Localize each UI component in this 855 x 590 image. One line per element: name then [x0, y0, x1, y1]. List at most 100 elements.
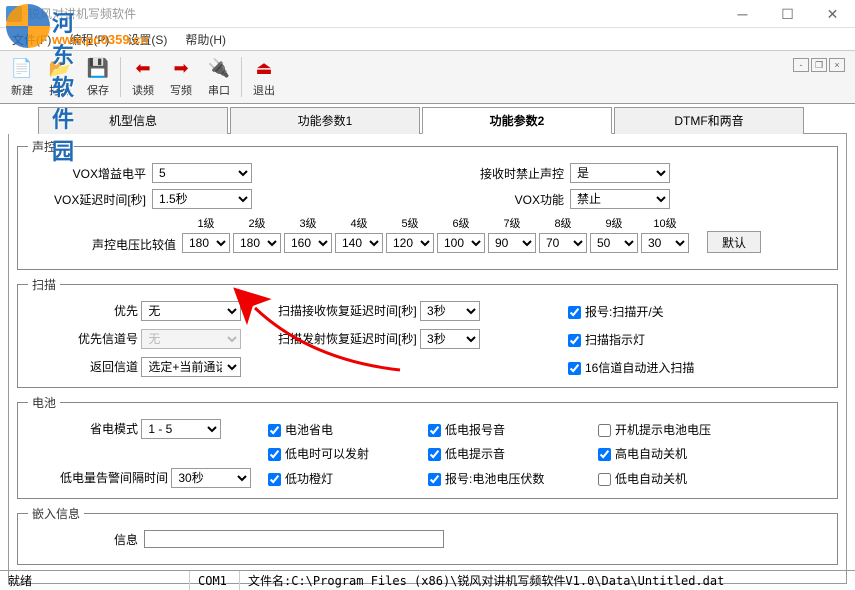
- menu-file[interactable]: 文件(F): [4, 29, 59, 50]
- write-button[interactable]: ➡写频: [163, 53, 199, 101]
- scan-tx-delay-select[interactable]: 3秒: [420, 329, 480, 349]
- scan-led-checkbox[interactable]: 扫描指示灯: [568, 333, 645, 347]
- voltage-level-select-1[interactable]: 180: [182, 233, 230, 253]
- exit-button[interactable]: ⏏退出: [246, 53, 282, 101]
- voltage-level-4: 4级140: [335, 215, 383, 253]
- scan-rx-delay-select[interactable]: 3秒: [420, 301, 480, 321]
- menubar: 文件(F) 编程(P) 设置(S) 帮助(H) - ❐ ×: [0, 28, 855, 50]
- menu-help[interactable]: 帮助(H): [177, 29, 234, 50]
- toolbar-separator: [120, 57, 121, 97]
- voltage-level-header: 7级: [503, 215, 520, 231]
- scan-return-ch-label: 返回信道: [28, 358, 138, 375]
- scan-priority-ch-label: 优先信道号: [28, 330, 138, 347]
- vox-delay-label: VOX延迟时间[秒]: [28, 191, 146, 208]
- vox-rx-inhibit-label: 接收时禁止声控: [444, 165, 564, 182]
- tab-dtmf[interactable]: DTMF和两音: [614, 107, 804, 134]
- battery-save-mode-label: 省电模式: [28, 420, 138, 437]
- voltage-level-header: 9级: [605, 215, 622, 231]
- vox-func-label: VOX功能: [444, 191, 564, 208]
- embed-legend: 嵌入信息: [28, 505, 84, 522]
- tab-panel: 声控 VOX增益电平 5 接收时禁止声控 是 VOX延迟时间[秒] 1.5秒 V…: [8, 134, 847, 584]
- battery-save-mode-select[interactable]: 1 - 5: [141, 419, 221, 439]
- close-button[interactable]: ✕: [810, 0, 855, 28]
- status-com: COM1: [190, 571, 240, 590]
- voltage-level-1: 1级180: [182, 215, 230, 253]
- window-title: 锐风对讲机写频软件: [28, 5, 136, 22]
- new-file-icon: 📄: [10, 56, 34, 80]
- battery-alarm-interval-label: 低电量告警间隔时间: [28, 469, 168, 486]
- voltage-level-select-5[interactable]: 120: [386, 233, 434, 253]
- vox-voltage-label: 声控电压比较值: [28, 236, 176, 253]
- embed-info-input[interactable]: [144, 530, 444, 548]
- voltage-level-5: 5级120: [386, 215, 434, 253]
- scan-priority-ch-select[interactable]: 无: [141, 329, 241, 349]
- voltage-level-select-6[interactable]: 100: [437, 233, 485, 253]
- status-ready: 就绪: [0, 571, 190, 590]
- tab-func-params1[interactable]: 功能参数1: [230, 107, 420, 134]
- voltage-level-select-9[interactable]: 50: [590, 233, 638, 253]
- voltage-level-select-4[interactable]: 140: [335, 233, 383, 253]
- scan-report-checkbox[interactable]: 报号:扫描开/关: [568, 305, 664, 319]
- scan-group: 扫描 优先 无 扫描接收恢复延迟时间[秒] 3秒 报号:扫描开/关 优先信道号 …: [17, 276, 838, 388]
- save-disk-icon: 💾: [86, 56, 110, 80]
- embed-group: 嵌入信息 信息: [17, 505, 838, 565]
- voltage-level-header: 10级: [653, 215, 676, 231]
- tab-model-info[interactable]: 机型信息: [38, 107, 228, 134]
- battery-hi-off-checkbox[interactable]: 高电自动关机: [598, 447, 687, 461]
- menu-setting[interactable]: 设置(S): [119, 29, 175, 50]
- exit-icon: ⏏: [252, 56, 276, 80]
- scan-priority-select[interactable]: 无: [141, 301, 241, 321]
- battery-boot-volt-checkbox[interactable]: 开机提示电池电压: [598, 423, 711, 437]
- battery-alarm-interval-select[interactable]: 30秒: [171, 468, 251, 488]
- battery-save-checkbox[interactable]: 电池省电: [268, 423, 333, 437]
- vox-gain-select[interactable]: 5: [152, 163, 252, 183]
- voltage-level-header: 8级: [554, 215, 571, 231]
- tab-bar: 机型信息 功能参数1 功能参数2 DTMF和两音: [38, 106, 847, 134]
- battery-tx-low-checkbox[interactable]: 低电时可以发射: [268, 447, 369, 461]
- vox-group: 声控 VOX增益电平 5 接收时禁止声控 是 VOX延迟时间[秒] 1.5秒 V…: [17, 138, 838, 270]
- mdi-restore-button[interactable]: ❐: [811, 58, 827, 72]
- scan-return-ch-select[interactable]: 选定+当前通话: [141, 357, 241, 377]
- voltage-level-select-3[interactable]: 160: [284, 233, 332, 253]
- new-button[interactable]: 📄新建: [4, 53, 40, 101]
- com-button[interactable]: 🔌串口: [201, 53, 237, 101]
- voltage-level-select-8[interactable]: 70: [539, 233, 587, 253]
- mdi-close-button[interactable]: ×: [829, 58, 845, 72]
- voltage-level-header: 5级: [401, 215, 418, 231]
- vox-delay-select[interactable]: 1.5秒: [152, 189, 252, 209]
- toolbar: 📄新建 📂打开 💾保存 ⬅读频 ➡写频 🔌串口 ⏏退出: [0, 50, 855, 104]
- vox-func-select[interactable]: 禁止: [570, 189, 670, 209]
- menu-program[interactable]: 编程(P): [61, 29, 117, 50]
- battery-low-beep-checkbox[interactable]: 低电报号音: [428, 423, 505, 437]
- battery-group: 电池 省电模式 1 - 5 电池省电 低电报号音 开机提示电池电压 低电时可以发…: [17, 394, 838, 499]
- minimize-button[interactable]: ─: [720, 0, 765, 28]
- app-icon: [6, 6, 22, 22]
- read-button[interactable]: ⬅读频: [125, 53, 161, 101]
- save-button[interactable]: 💾保存: [80, 53, 116, 101]
- vox-rx-inhibit-select[interactable]: 是: [570, 163, 670, 183]
- scan-ch16-checkbox[interactable]: 16信道自动进入扫描: [568, 361, 694, 375]
- toolbar-separator: [241, 57, 242, 97]
- voltage-level-header: 2级: [248, 215, 265, 231]
- battery-lamp-checkbox[interactable]: 低功橙灯: [268, 472, 333, 486]
- voltage-level-10: 10级30: [641, 215, 689, 253]
- battery-low-tone-checkbox[interactable]: 低电提示音: [428, 447, 505, 461]
- vox-default-button[interactable]: 默认: [707, 231, 761, 253]
- maximize-button[interactable]: ☐: [765, 0, 810, 28]
- voltage-level-header: 4级: [350, 215, 367, 231]
- voltage-level-9: 9级50: [590, 215, 638, 253]
- read-freq-icon: ⬅: [131, 56, 155, 80]
- voltage-level-select-10[interactable]: 30: [641, 233, 689, 253]
- battery-lo-off-checkbox[interactable]: 低电自动关机: [598, 472, 687, 486]
- tab-func-params2[interactable]: 功能参数2: [422, 107, 612, 134]
- mdi-minimize-button[interactable]: -: [793, 58, 809, 72]
- statusbar: 就绪 COM1 文件名:C:\Program Files (x86)\锐风对讲机…: [0, 570, 855, 590]
- scan-tx-delay-label: 扫描发射恢复延迟时间[秒]: [278, 332, 417, 346]
- voltage-level-select-2[interactable]: 180: [233, 233, 281, 253]
- voltage-level-2: 2级180: [233, 215, 281, 253]
- battery-volt-report-checkbox[interactable]: 报号:电池电压伏数: [428, 472, 544, 486]
- voltage-level-8: 8级70: [539, 215, 587, 253]
- open-button[interactable]: 📂打开: [42, 53, 78, 101]
- open-folder-icon: 📂: [48, 56, 72, 80]
- voltage-level-select-7[interactable]: 90: [488, 233, 536, 253]
